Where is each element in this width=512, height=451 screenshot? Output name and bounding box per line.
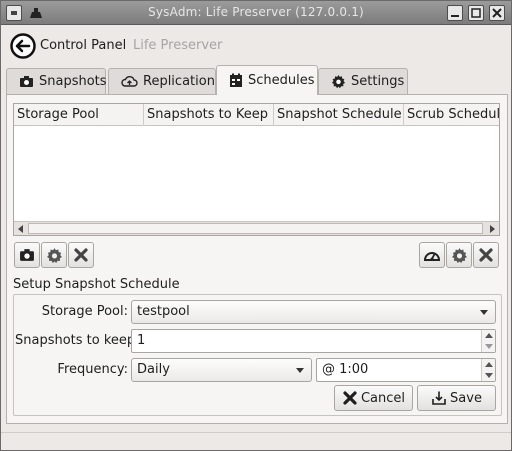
- schedules-table[interactable]: Storage Pool Snapshots to Keep Snapshot …: [13, 103, 500, 236]
- cloud-upload-icon: [121, 76, 138, 87]
- column-header[interactable]: Scrub Schedule: [404, 104, 499, 126]
- divider: [1, 432, 511, 433]
- close-icon: [343, 391, 357, 405]
- remove-snapshot-schedule-button[interactable]: [68, 242, 94, 268]
- gauge-icon: [423, 252, 441, 261]
- scroll-left-icon[interactable]: [18, 225, 23, 233]
- cancel-button[interactable]: Cancel: [334, 385, 413, 411]
- new-snapshot-schedule-button[interactable]: [14, 242, 40, 268]
- control-panel-link[interactable]: Control Panel: [40, 38, 126, 53]
- storage-pool-select[interactable]: testpool: [131, 300, 496, 324]
- calendar-icon: [230, 73, 242, 87]
- tab-settings[interactable]: Settings: [318, 68, 408, 94]
- close-icon: [74, 248, 88, 262]
- gear-icon: [451, 247, 467, 263]
- spin-up-icon[interactable]: [485, 362, 493, 367]
- save-label: Save: [450, 390, 482, 406]
- spin-buttons[interactable]: [481, 330, 495, 352]
- table-header: Storage Pool Snapshots to Keep Snapshot …: [14, 104, 499, 126]
- snapshots-keep-spinbox[interactable]: 1: [131, 329, 496, 353]
- maximize-button[interactable]: [468, 5, 484, 21]
- frequency-select[interactable]: Daily: [131, 358, 312, 382]
- save-button[interactable]: Save: [417, 385, 496, 411]
- current-page-label: Life Preserver: [133, 38, 223, 53]
- snapshots-keep-label: Snapshots to keep:: [15, 333, 140, 348]
- tab-schedules[interactable]: Schedules: [216, 65, 318, 95]
- horizontal-scrollbar[interactable]: [14, 221, 499, 235]
- chevron-down-icon: [296, 368, 304, 373]
- tab-replication[interactable]: Replication: [108, 68, 216, 94]
- spin-up-icon[interactable]: [485, 333, 493, 338]
- back-arrow-icon[interactable]: [10, 33, 36, 59]
- gear-icon: [331, 74, 346, 89]
- tab-label: Replication: [143, 74, 215, 89]
- scroll-right-icon[interactable]: [490, 225, 495, 233]
- app-window: SysAdm: Life Preserver (127.0.0.1) Contr…: [0, 0, 512, 451]
- spin-down-icon[interactable]: [485, 373, 493, 378]
- tab-label: Snapshots: [39, 74, 107, 89]
- close-button[interactable]: [489, 5, 505, 21]
- camera-icon: [20, 249, 34, 261]
- edit-scrub-schedule-button[interactable]: [446, 242, 472, 268]
- column-header[interactable]: Storage Pool: [14, 104, 144, 126]
- storage-pool-label: Storage Pool:: [41, 304, 128, 319]
- frequency-value: Daily: [137, 362, 170, 377]
- tab-label: Schedules: [248, 73, 315, 88]
- spin-buttons[interactable]: [481, 359, 495, 381]
- cancel-label: Cancel: [360, 390, 406, 406]
- chevron-down-icon: [480, 310, 488, 315]
- tab-label: Settings: [351, 74, 405, 89]
- save-icon: [432, 391, 446, 405]
- spin-down-icon[interactable]: [485, 344, 493, 349]
- minimize-button[interactable]: [447, 5, 463, 21]
- tab-snapshots[interactable]: Snapshots: [6, 68, 107, 94]
- section-title: Setup Snapshot Schedule: [13, 277, 180, 292]
- close-icon: [479, 248, 493, 262]
- time-value: @ 1:00: [322, 362, 369, 377]
- time-spinbox[interactable]: @ 1:00: [316, 358, 496, 382]
- snapshots-keep-value: 1: [137, 333, 146, 348]
- remove-scrub-schedule-button[interactable]: [473, 242, 499, 268]
- title-bar[interactable]: SysAdm: Life Preserver (127.0.0.1): [1, 1, 511, 25]
- column-header[interactable]: Snapshot Schedule: [274, 104, 404, 126]
- frequency-label: Frequency:: [57, 362, 128, 377]
- window-title: SysAdm: Life Preserver (127.0.0.1): [148, 5, 364, 19]
- storage-pool-value: testpool: [137, 304, 190, 319]
- camera-icon: [20, 76, 33, 87]
- gear-icon: [46, 247, 62, 263]
- new-scrub-schedule-button[interactable]: [419, 242, 445, 268]
- column-header[interactable]: Snapshots to Keep: [144, 104, 274, 126]
- scrollbar-thumb[interactable]: [28, 223, 483, 234]
- edit-snapshot-schedule-button[interactable]: [41, 242, 67, 268]
